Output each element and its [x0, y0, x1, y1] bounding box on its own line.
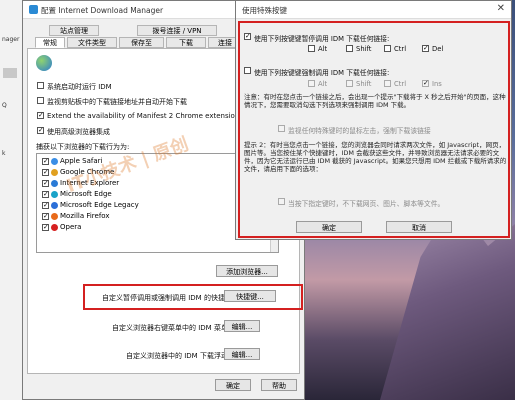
opera-icon — [51, 223, 58, 231]
floating-bar-label: 自定义浏览器中的 IDM 下载浮动条 — [126, 352, 235, 360]
idm-globe-logo — [36, 55, 52, 71]
safari-icon — [51, 157, 58, 165]
context-menu-label: 自定义浏览器右键菜单中的 IDM 菜单项 — [112, 324, 235, 332]
browser-name: Mozilla Firefox — [60, 212, 110, 220]
tab-dialup-vpn[interactable]: 拨号连接 / VPN — [137, 25, 217, 36]
autostart-checkbox[interactable] — [37, 82, 44, 89]
special-keys-dialog: 使用特殊按键 ✕ 使用下列按键键暂停调用 IDM 下载任何链接: Alt Shi… — [235, 0, 512, 240]
browser-checkbox[interactable] — [42, 168, 49, 176]
dialog-titlebar[interactable]: 使用特殊按键 ✕ — [236, 1, 511, 19]
edge-icon — [51, 190, 58, 198]
monitor-clipboard-checkbox[interactable] — [37, 97, 44, 104]
strip-label: nager — [2, 36, 20, 43]
close-icon[interactable]: ✕ — [497, 3, 505, 14]
help-button[interactable]: 帮助 — [261, 379, 297, 391]
list-item[interactable]: Microsoft Edge Legacy — [42, 201, 139, 210]
manifest-label: Extend the availability of Manifest 2 Ch… — [47, 112, 243, 120]
firefox-icon — [51, 212, 58, 220]
background-app-strip: nager Q k — [0, 0, 23, 400]
edit-menu-button[interactable]: 编辑... — [224, 320, 260, 332]
browser-checkbox[interactable] — [42, 223, 49, 231]
ie-icon — [51, 179, 58, 187]
add-browser-button[interactable]: 添加浏览器... — [216, 265, 278, 277]
dialog-title: 配置 Internet Download Manager — [41, 6, 164, 15]
manifest-checkbox[interactable] — [37, 112, 44, 119]
list-item[interactable]: Mozilla Firefox — [42, 212, 110, 221]
tab-save-to[interactable]: 保存至 — [119, 37, 164, 48]
browser-checkbox[interactable] — [42, 179, 49, 187]
strip-label: Q — [2, 102, 7, 109]
chrome-icon — [51, 168, 58, 176]
dialog-title: 使用特殊按键 — [242, 6, 287, 15]
tab-file-types[interactable]: 文件类型 — [67, 37, 117, 48]
edit-floating-bar-button[interactable]: 编辑... — [224, 348, 260, 360]
edge-legacy-icon — [51, 201, 58, 209]
browser-checkbox[interactable] — [42, 201, 49, 209]
advanced-integration-label: 使用高级浏览器集成 — [47, 128, 110, 136]
tab-downloads[interactable]: 下载 — [166, 37, 206, 48]
browser-checkbox[interactable] — [42, 212, 49, 220]
tab-site-manager[interactable]: 站点管理 — [49, 25, 99, 36]
hotkey-highlight-box — [83, 284, 303, 310]
browser-checkbox[interactable] — [42, 157, 49, 165]
strip-toolbar-button[interactable] — [3, 68, 17, 78]
list-item[interactable]: Opera — [42, 223, 81, 232]
advanced-integration-checkbox[interactable] — [37, 127, 44, 134]
browsers-label: 捕获以下浏览器的下载行为为: — [36, 143, 130, 151]
ok-button[interactable]: 确定 — [215, 379, 251, 391]
autostart-label: 系统启动时运行 IDM — [47, 83, 112, 91]
browser-name: Microsoft Edge Legacy — [60, 201, 139, 209]
strip-label: k — [2, 150, 6, 157]
browser-checkbox[interactable] — [42, 190, 49, 198]
dialog-highlight-box — [238, 21, 510, 238]
monitor-clipboard-label: 监视剪贴板中的下载链接地址并自动开始下载 — [47, 98, 187, 106]
tab-general[interactable]: 常规 — [35, 37, 65, 48]
idm-app-icon — [29, 5, 38, 14]
browser-name: Opera — [60, 223, 82, 231]
